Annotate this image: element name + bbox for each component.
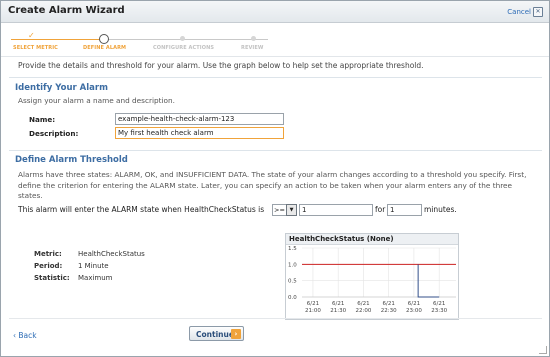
x-tick-time: 23:00 xyxy=(406,308,422,314)
identify-section-title: Identify Your Alarm xyxy=(15,83,108,93)
x-tick-date: 6/21 xyxy=(307,301,319,307)
statistic-label: Statistic: xyxy=(34,274,70,282)
y-tick-label: 0.0 xyxy=(288,295,297,301)
cancel-button[interactable]: Cancel ✕ xyxy=(507,7,543,17)
metric-label: Metric: xyxy=(34,250,62,258)
footer-divider xyxy=(9,318,542,319)
cancel-label[interactable]: Cancel xyxy=(507,8,531,16)
x-tick-time: 21:00 xyxy=(305,308,321,314)
continue-button[interactable]: Continue › xyxy=(189,326,244,341)
chart-svg: 1.51.00.50.06/2121:006/2121:306/2122:006… xyxy=(288,246,456,314)
close-icon[interactable]: ✕ xyxy=(533,7,543,17)
step-select-metric[interactable]: Select Metric xyxy=(13,45,58,51)
step-dot-review xyxy=(251,36,256,41)
resize-handle[interactable] xyxy=(539,346,547,354)
x-tick-time: 22:30 xyxy=(381,308,397,314)
step-dot-configure xyxy=(180,36,185,41)
minutes-label: minutes. xyxy=(424,205,457,214)
graph-title: HealthCheckStatus (None) xyxy=(286,234,458,245)
x-tick-date: 6/21 xyxy=(433,301,445,307)
x-tick-date: 6/21 xyxy=(357,301,369,307)
statistic-value: Maximum xyxy=(78,274,113,282)
threshold-description: Alarms have three states: ALARM, OK, and… xyxy=(18,170,527,200)
continue-label[interactable]: Continue xyxy=(196,330,234,339)
period-label: Period: xyxy=(34,262,63,270)
metric-graph: HealthCheckStatus (None) 1.5 1.0 0.5 0.0 6/2… xyxy=(285,233,459,320)
y-tick-label: 1.5 xyxy=(288,246,297,252)
chevron-down-icon[interactable]: ▼ xyxy=(286,204,297,216)
x-tick-date: 6/21 xyxy=(332,301,344,307)
condition-text: This alarm will enter the ALARM state wh… xyxy=(18,205,265,214)
arrow-right-icon[interactable]: › xyxy=(231,329,241,339)
x-tick-time: 22:00 xyxy=(356,308,372,314)
metric-value: HealthCheckStatus xyxy=(78,250,145,258)
period-value: 1 Minute xyxy=(78,262,109,270)
step-review: Review xyxy=(241,45,264,51)
section-divider xyxy=(9,150,542,151)
step-define-alarm: Define Alarm xyxy=(83,45,127,51)
wizard-steps: ✓ Select Metric Define Alarm Configure A… xyxy=(1,23,549,57)
step-configure-actions: Configure Actions xyxy=(153,45,215,51)
back-label[interactable]: Back xyxy=(18,331,36,340)
x-tick-date: 6/21 xyxy=(382,301,394,307)
name-input[interactable]: example-health-check-alarm-123 xyxy=(115,113,284,125)
identify-subtitle: Assign your alarm a name and description… xyxy=(18,96,175,105)
x-tick-time: 21:30 xyxy=(330,308,346,314)
dialog-titlebar: Create Alarm Wizard Cancel ✕ xyxy=(1,1,549,23)
dialog-title: Create Alarm Wizard xyxy=(8,5,125,16)
step-progress-remaining xyxy=(108,39,268,40)
y-tick-label: 1.0 xyxy=(288,262,297,268)
current-step-indicator xyxy=(99,34,109,44)
back-link[interactable]: ‹ Back xyxy=(13,331,37,340)
description-label: Description: xyxy=(29,129,79,138)
x-tick-time: 23:30 xyxy=(431,308,447,314)
section-divider xyxy=(9,77,542,78)
periods-input[interactable]: 1 xyxy=(387,204,422,216)
create-alarm-dialog: Create Alarm Wizard Cancel ✕ ✓ Select Met… xyxy=(0,0,550,357)
y-tick-label: 0.5 xyxy=(288,279,297,285)
description-input[interactable]: My first health check alarm xyxy=(115,127,284,139)
step-progress-done xyxy=(11,39,101,40)
x-tick-date: 6/21 xyxy=(408,301,420,307)
checkmark-icon: ✓ xyxy=(28,31,35,40)
for-label: for xyxy=(375,205,386,214)
name-label: Name: xyxy=(29,115,56,124)
threshold-input[interactable]: 1 xyxy=(299,204,373,216)
threshold-section-title: Define Alarm Threshold xyxy=(15,155,128,165)
intro-text: Provide the details and threshold for yo… xyxy=(18,61,424,70)
